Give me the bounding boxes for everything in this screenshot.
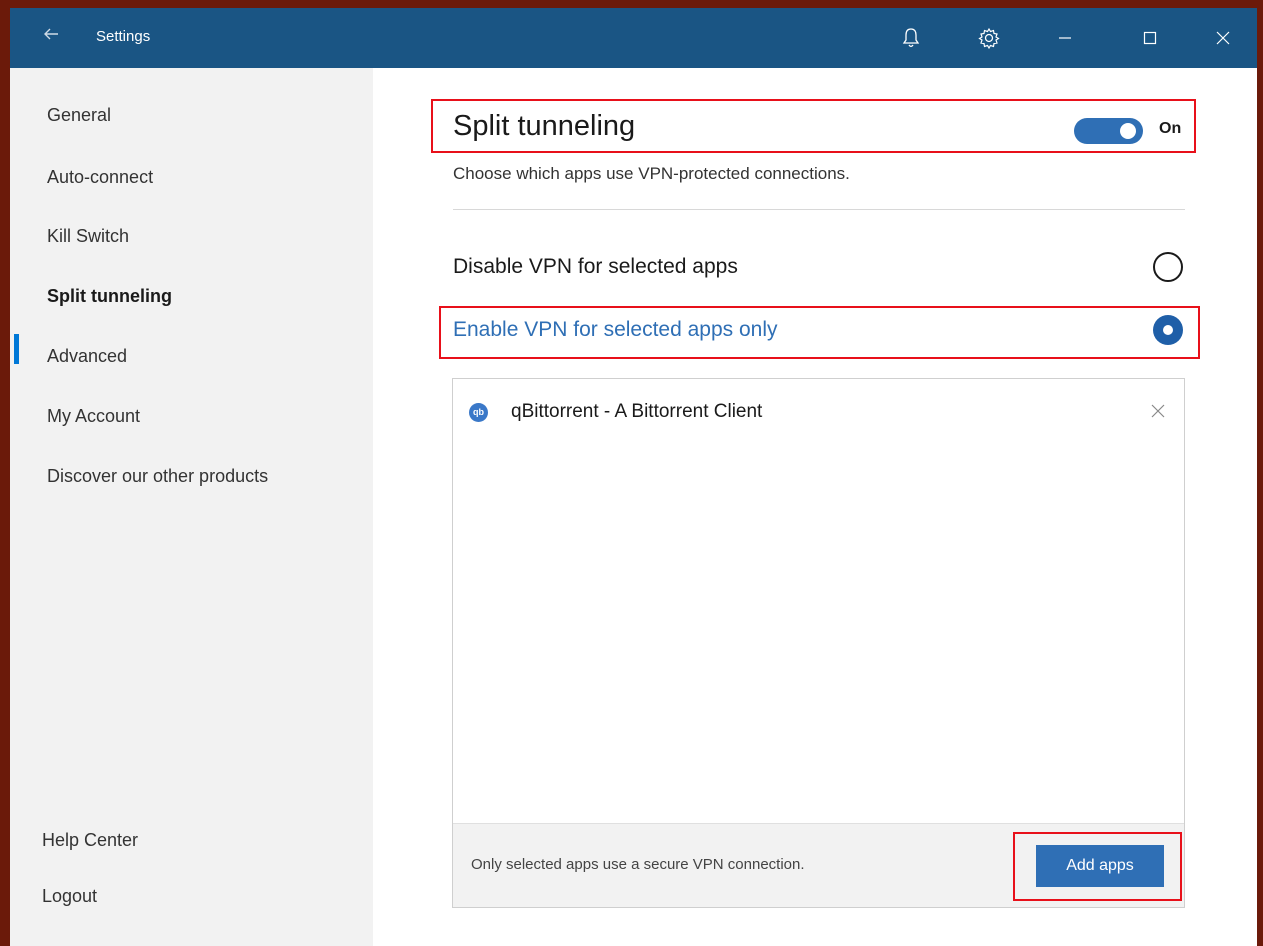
app-name: qBittorrent - A Bittorrent Client (511, 401, 763, 422)
gear-icon[interactable] (974, 23, 1004, 53)
logout-link[interactable]: Logout (42, 886, 97, 907)
footer-info-text: Only selected apps use a secure VPN conn… (471, 856, 805, 873)
list-item: qb qBittorrent - A Bittorrent Client (453, 379, 1184, 441)
title-bar: Settings (10, 8, 1257, 68)
sidebar-item-auto-connect[interactable]: Auto-connect (47, 167, 153, 188)
selected-apps-list: qb qBittorrent - A Bittorrent Client Onl… (452, 378, 1185, 908)
option-disable-vpn-radio[interactable] (1153, 252, 1183, 282)
apps-panel-footer: Only selected apps use a secure VPN conn… (453, 823, 1184, 907)
remove-app-close-icon[interactable] (1148, 401, 1168, 421)
sidebar-item-general[interactable]: General (47, 105, 111, 126)
window-title: Settings (96, 28, 151, 45)
page-title: Split tunneling (453, 110, 636, 142)
add-apps-button[interactable]: Add apps (1036, 845, 1164, 887)
close-icon[interactable] (1208, 23, 1238, 53)
sidebar-item-advanced[interactable]: Advanced (47, 346, 127, 367)
sidebar-item-split-tunneling[interactable]: Split tunneling (47, 286, 172, 307)
toggle-knob (1120, 123, 1136, 139)
option-enable-vpn-radio[interactable] (1153, 315, 1183, 345)
main-panel: Split tunneling On Choose which apps use… (373, 68, 1257, 946)
help-center-link[interactable]: Help Center (42, 830, 138, 851)
bell-icon[interactable] (896, 23, 926, 53)
option-disable-vpn-label[interactable]: Disable VPN for selected apps (453, 255, 738, 279)
maximize-icon[interactable] (1135, 23, 1165, 53)
minimize-icon[interactable] (1050, 23, 1080, 53)
divider (453, 209, 1185, 210)
sidebar: General Auto-connect Kill Switch Split t… (10, 68, 373, 946)
qbittorrent-app-icon: qb (469, 403, 488, 422)
sidebar-item-my-account[interactable]: My Account (47, 406, 140, 427)
toggle-state-label: On (1159, 120, 1182, 137)
settings-window: Settings General Auto-connect Kill Switc (10, 8, 1257, 946)
active-indicator (14, 334, 19, 364)
option-enable-vpn-label[interactable]: Enable VPN for selected apps only (453, 318, 778, 342)
back-arrow-icon[interactable] (40, 25, 62, 47)
sidebar-item-discover-products[interactable]: Discover our other products (47, 466, 268, 487)
split-tunneling-toggle[interactable] (1074, 118, 1143, 144)
sidebar-item-kill-switch[interactable]: Kill Switch (47, 226, 129, 247)
page-description: Choose which apps use VPN-protected conn… (453, 164, 850, 183)
